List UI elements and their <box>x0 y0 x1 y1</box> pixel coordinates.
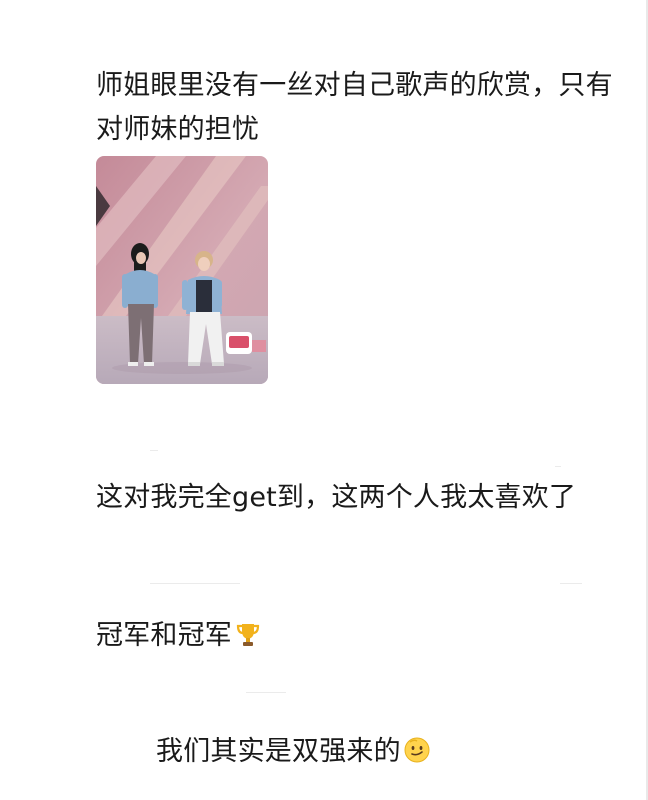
divider-3 <box>150 583 240 584</box>
paragraph-3-text: 冠军和冠军 <box>96 620 232 651</box>
post-paragraph-4: 我们其实是双强来的 <box>156 730 648 774</box>
divider-4 <box>560 583 582 584</box>
divider-5 <box>246 692 286 693</box>
divider-1 <box>150 450 158 451</box>
divider-2 <box>555 466 561 467</box>
stage-photo-image <box>96 156 268 384</box>
trophy-icon <box>236 624 260 646</box>
post-photo[interactable] <box>96 156 268 384</box>
post-paragraph-1: 师姐眼里没有一丝对自己歌声的欣赏，只有对师妹的担忧 <box>96 70 613 145</box>
post-paragraph-3: 冠军和冠军 <box>96 614 626 658</box>
slight-smile-face-icon <box>404 737 430 763</box>
post-paragraph-2: 这对我完全get到，这两个人我太喜欢了 <box>96 482 577 513</box>
paragraph-4-text: 我们其实是双强来的 <box>156 736 401 767</box>
